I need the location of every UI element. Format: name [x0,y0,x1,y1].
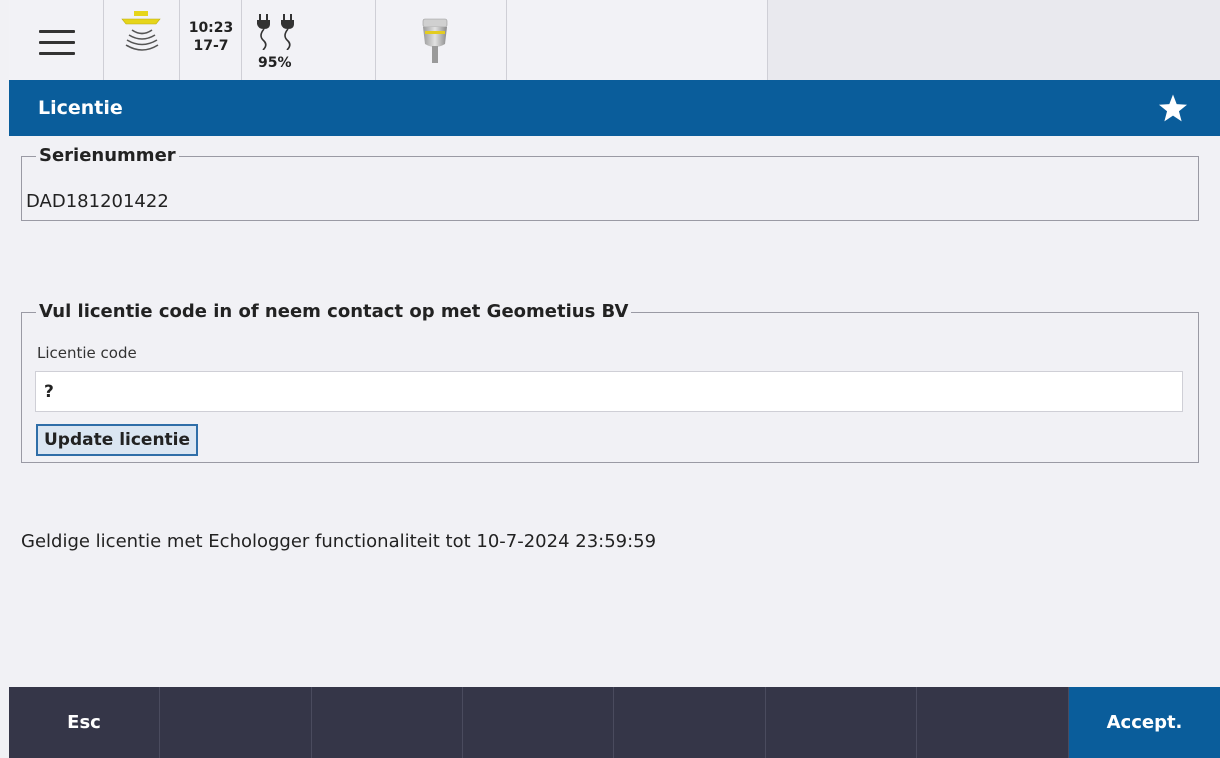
date-text: 17-7 [193,38,229,54]
accept-button[interactable]: Accept. [1069,687,1220,758]
power-plug-icon [281,14,294,50]
softkey-bar: Esc Accept. [9,687,1220,758]
license-status-text: Geldige licentie met Echologger function… [21,531,657,552]
clock-display[interactable]: 10:23 17-7 [180,0,242,80]
sonar-status-button[interactable] [104,0,180,80]
gnss-receiver-icon [422,18,448,63]
update-license-button[interactable]: Update licentie [36,424,199,456]
license-code-group: Vul licentie code in of neem contact op … [21,301,1199,463]
license-code-legend: Vul licentie code in of neem contact op … [36,301,632,323]
receiver-status-button[interactable] [376,0,507,80]
softkey-slot-3 [312,687,463,758]
status-bar: 10:23 17-7 95% [9,0,1220,81]
menu-button[interactable] [9,0,104,80]
status-bar-spacer [768,0,1220,80]
softkey-slot-4 [463,687,614,758]
page-title: Licentie [38,97,123,119]
title-bar: Licentie [9,80,1220,136]
menu-icon [39,30,75,56]
sonar-icon [121,11,161,51]
power-plug-icon [257,14,270,50]
serial-number-legend: Serienummer [36,145,179,167]
battery-level-text: 95% [258,55,292,71]
esc-button[interactable]: Esc [9,687,160,758]
serial-number-value: DAD181201422 [26,191,169,212]
license-code-label: Licentie code [37,344,137,362]
softkey-slot-5 [614,687,766,758]
softkey-slot-6 [766,687,917,758]
power-status-button[interactable]: 95% [242,0,376,80]
status-slot [507,0,768,80]
softkey-slot-2 [160,687,312,758]
serial-number-group: Serienummer DAD181201422 [21,145,1199,221]
time-text: 10:23 [188,20,234,36]
softkey-slot-7 [917,687,1069,758]
license-code-input[interactable] [35,371,1183,412]
star-icon[interactable] [1156,92,1190,126]
